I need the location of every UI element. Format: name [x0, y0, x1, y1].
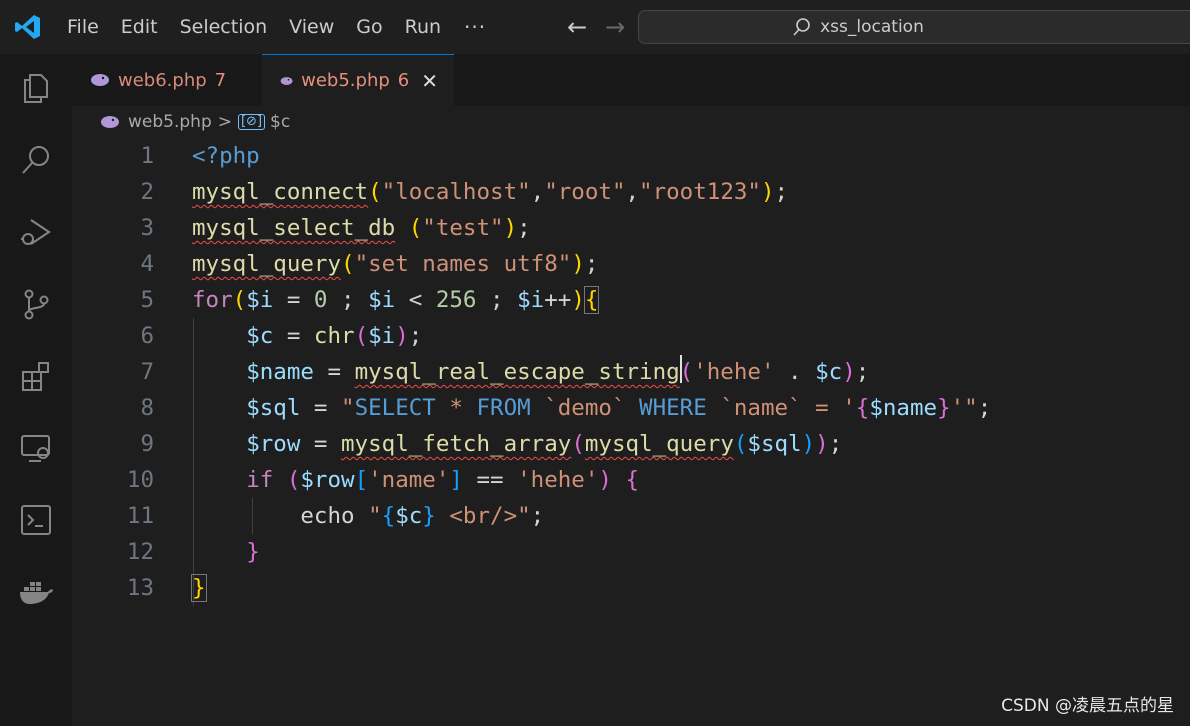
line-number: 5 [140, 287, 154, 313]
run-debug-icon[interactable] [16, 212, 56, 252]
code-text: mysql_connect("localhost","root","root12… [192, 179, 789, 205]
source-control-icon[interactable] [16, 284, 56, 324]
code-line: 5 for($i = 0 ; $i < 256 ; $i++){ [72, 282, 1190, 318]
code-text: $name = mysql_real_escape_string('hehe' … [246, 359, 870, 385]
menu-edit[interactable]: Edit [110, 0, 169, 54]
search-text: xss_location [820, 17, 924, 37]
menu-bar: File Edit Selection View Go Run ··· ← → [56, 0, 634, 54]
code-text: } [246, 539, 260, 565]
menu-run[interactable]: Run [394, 0, 452, 54]
tab-web5[interactable]: web5.php 6 ✕ [262, 54, 454, 106]
search-icon [793, 18, 810, 36]
code-text: echo "{$c} <br/>"; [300, 503, 545, 529]
watermark: CSDN @凌晨五点的星 [1001, 696, 1174, 716]
vscode-logo-icon [0, 0, 56, 54]
line-number: 2 [140, 179, 154, 205]
explorer-icon[interactable] [16, 68, 56, 108]
code-text: <?php [192, 143, 260, 169]
variable-symbol-icon: [⊘] [237, 114, 266, 130]
command-center-search[interactable]: xss_location [638, 10, 1190, 44]
code-line: 3 mysql_select_db ("test"); [72, 210, 1190, 246]
code-text: mysql_select_db ("test"); [192, 215, 531, 241]
search-view-icon[interactable] [16, 140, 56, 180]
php-elephant-icon [101, 116, 119, 128]
code-text: $row = mysql_fetch_array(mysql_query($sq… [246, 431, 843, 457]
code-line: 6 $c = chr($i); [72, 318, 1190, 354]
extensions-icon[interactable] [16, 356, 56, 396]
activity-bar [0, 54, 72, 726]
code-line: 9 $row = mysql_fetch_array(mysql_query($… [72, 426, 1190, 462]
tab-label: web6.php [118, 69, 207, 91]
code-line: 12 } [72, 534, 1190, 570]
menu-selection[interactable]: Selection [169, 0, 279, 54]
php-elephant-icon [280, 76, 293, 85]
title-bar: File Edit Selection View Go Run ··· ← → … [0, 0, 1190, 54]
menu-go[interactable]: Go [345, 0, 393, 54]
docker-icon[interactable] [16, 572, 56, 612]
line-number: 1 [140, 143, 154, 169]
remote-explorer-icon[interactable] [16, 428, 56, 468]
line-number: 9 [140, 431, 154, 457]
text-cursor [680, 355, 682, 383]
line-number: 3 [140, 215, 154, 241]
breadcrumb-symbol[interactable]: $c [270, 112, 290, 132]
code-line: 10 if ($row['name'] == 'hehe') { [72, 462, 1190, 498]
terminal-icon[interactable] [16, 500, 56, 540]
code-line: 1 <?php [72, 138, 1190, 174]
code-text: $c = chr($i); [246, 323, 423, 349]
breadcrumb: web5.php > [⊘] $c [72, 106, 1190, 138]
tab-label: web5.php [301, 70, 390, 91]
line-number: 8 [140, 395, 154, 421]
line-number: 10 [126, 467, 154, 493]
line-number: 7 [140, 359, 154, 385]
line-number: 11 [126, 503, 154, 529]
breadcrumb-separator: > [217, 112, 232, 132]
breadcrumb-file[interactable]: web5.php [128, 112, 212, 132]
code-line: 4 mysql_query("set names utf8"); [72, 246, 1190, 282]
code-text: mysql_query("set names utf8"); [192, 251, 599, 277]
menu-view[interactable]: View [278, 0, 345, 54]
forward-arrow-icon[interactable]: → [596, 13, 634, 41]
problem-count-badge: 6 [397, 70, 410, 91]
code-line: 2 mysql_connect("localhost","root","root… [72, 174, 1190, 210]
problem-count-badge: 7 [214, 69, 227, 91]
code-editor[interactable]: 1 <?php 2 mysql_connect("localhost","roo… [72, 138, 1190, 726]
close-icon[interactable]: ✕ [421, 69, 438, 93]
code-text: } [191, 574, 207, 602]
back-arrow-icon[interactable]: ← [558, 13, 596, 41]
code-line: 11 echo "{$c} <br/>"; [72, 498, 1190, 534]
line-number: 12 [126, 539, 154, 565]
code-text: for($i = 0 ; $i < 256 ; $i++){ [192, 286, 600, 314]
menu-more-icon[interactable]: ··· [452, 15, 498, 39]
code-text: if ($row['name'] == 'hehe') { [246, 467, 640, 493]
tab-web6[interactable]: web6.php 7 [72, 54, 262, 106]
php-elephant-icon [91, 74, 109, 86]
line-number: 4 [140, 251, 154, 277]
code-line: 13 } [72, 570, 1190, 606]
editor-tab-bar: web6.php 7 web5.php 6 ✕ [72, 54, 1190, 106]
line-number: 6 [140, 323, 154, 349]
menu-file[interactable]: File [56, 0, 110, 54]
line-number: 13 [126, 575, 154, 601]
code-text: $sql = "SELECT * FROM `demo` WHERE `name… [246, 395, 992, 421]
code-line: 7 $name = mysql_real_escape_string('hehe… [72, 354, 1190, 390]
code-line: 8 $sql = "SELECT * FROM `demo` WHERE `na… [72, 390, 1190, 426]
